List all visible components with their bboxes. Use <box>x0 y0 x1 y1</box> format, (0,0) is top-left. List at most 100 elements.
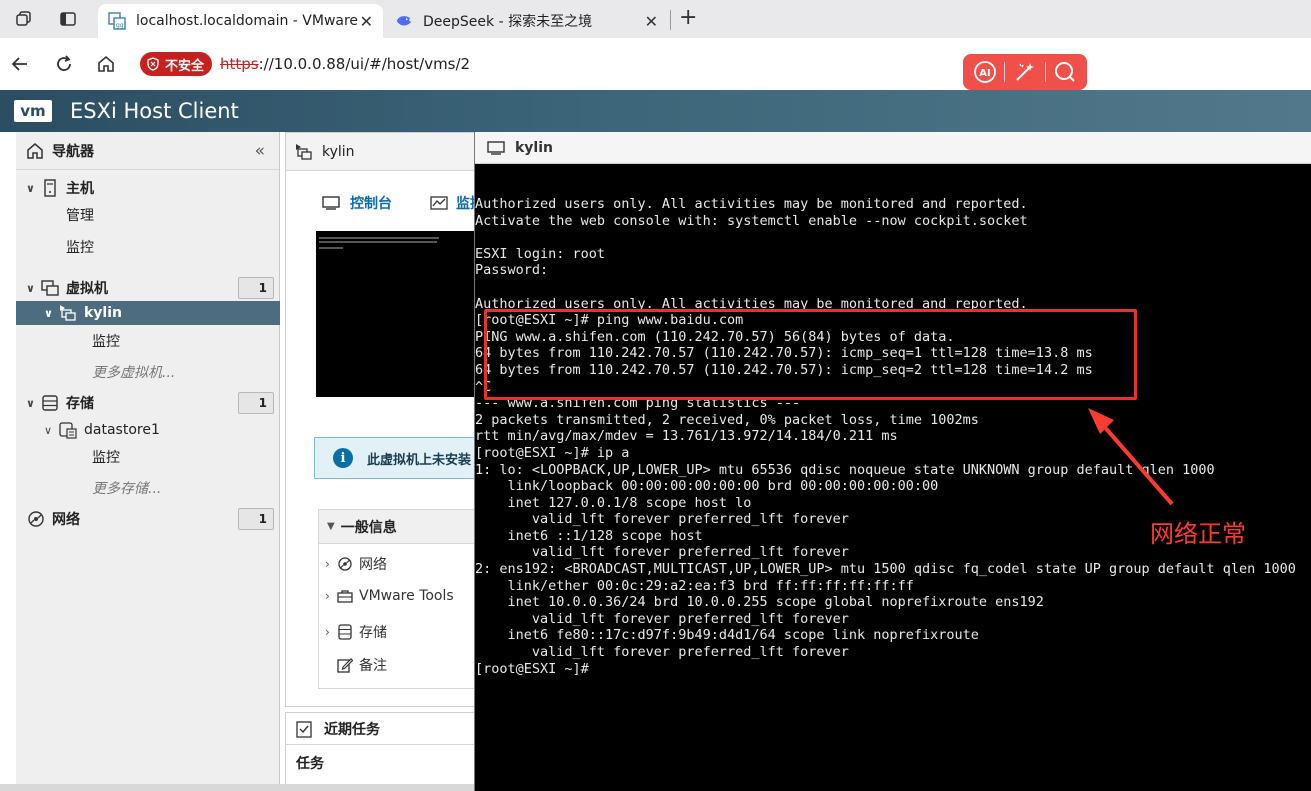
chevron-right-icon[interactable]: › <box>325 625 337 639</box>
magic-wand-icon[interactable] <box>1013 60 1037 84</box>
chevron-down-icon[interactable]: ∨ <box>26 397 40 410</box>
deepseek-favicon-icon <box>395 12 413 30</box>
terminal-line: ^C <box>475 378 492 395</box>
url-scheme: https <box>220 55 259 73</box>
vmware-favicon-icon: gg <box>108 12 126 30</box>
ai-toolbar[interactable]: AI <box>963 54 1087 90</box>
search-icon[interactable] <box>1053 60 1077 84</box>
chevron-down-icon[interactable]: ∨ <box>26 182 40 195</box>
nav-item-label: datastore1 <box>84 422 160 438</box>
terminal-line: inet 127.0.0.1/8 scope host lo <box>475 494 752 511</box>
bottom-status-strip <box>0 784 474 791</box>
nav-item-more-storage[interactable]: 更多存储... <box>16 476 280 500</box>
terminal-line: [root@ESXI ~]# <box>475 660 589 677</box>
console-label: 控制台 <box>350 196 392 212</box>
general-row-label: 备注 <box>359 658 387 674</box>
nav-item-vms[interactable]: ∨ 虚拟机 1 <box>16 276 280 300</box>
console-thumbnail[interactable] <box>316 231 486 397</box>
workspaces-icon[interactable] <box>14 9 34 29</box>
general-info-title: 一般信息 <box>340 519 397 536</box>
tab-divider <box>670 10 671 30</box>
general-info-section: ▼ 一般信息 › 网络 › VMware Tools › 存储 备注 <box>318 509 486 689</box>
terminal-output[interactable]: Authorized users only. All activities ma… <box>475 196 1311 677</box>
nav-item-storage[interactable]: ∨ 存储 1 <box>16 391 280 415</box>
console-window-title: kylin <box>515 139 554 156</box>
terminal-line: inet 10.0.0.36/24 brd 10.0.0.255 scope g… <box>475 594 1044 611</box>
nav-item-datastore1[interactable]: ∨ datastore1 <box>16 418 280 442</box>
thumbnail-line <box>319 241 437 243</box>
general-row-label: 网络 <box>359 557 387 573</box>
refresh-icon[interactable] <box>52 52 76 76</box>
insecure-badge[interactable]: 不安全 <box>140 52 213 76</box>
general-row-network[interactable]: › 网络 <box>325 554 387 574</box>
tab-esxi[interactable]: gg localhost.localdomain - VMware E ✕ <box>98 4 383 38</box>
tab-deepseek[interactable]: DeepSeek - 探索未至之境 ✕ <box>385 4 668 38</box>
nav-item-vm-kylin[interactable]: ∨ kylin <box>16 301 280 325</box>
chevron-down-icon[interactable]: ∨ <box>44 424 58 437</box>
general-row-vmware-tools[interactable]: › VMware Tools <box>325 588 454 604</box>
chevron-down-icon[interactable]: ∨ <box>44 307 58 320</box>
terminal-line: [root@ESXI ~]# ping www.baidu.com <box>475 312 744 329</box>
nav-item-label: 更多虚拟机... <box>92 365 176 381</box>
nav-item-vm-monitor[interactable]: 监控 <box>16 329 280 353</box>
terminal-line: valid_lft forever preferred_lft forever <box>475 644 849 661</box>
storage-icon <box>40 394 60 412</box>
clipboard-icon <box>296 720 314 738</box>
vm-panel-title: kylin <box>322 143 355 160</box>
terminal-line: Authorized users only. All activities ma… <box>475 196 1028 212</box>
terminal-line: 1: lo: <LOOPBACK,UP,LOWER_UP> mtu 65536 … <box>475 461 1215 478</box>
ai-toolbar-divider <box>1044 62 1046 82</box>
console-button[interactable]: 控制台 <box>322 193 392 213</box>
tab-title: DeepSeek - 探索未至之境 <box>423 14 593 30</box>
home-icon[interactable] <box>94 52 118 76</box>
terminal-line: rtt min/avg/max/mdev = 13.761/13.972/14.… <box>475 428 898 445</box>
chevron-down-icon[interactable]: ▼ <box>327 521 335 532</box>
vm-icon <box>40 279 60 297</box>
recent-tasks-header[interactable]: 近期任务 <box>286 713 484 745</box>
nav-item-more-vms[interactable]: 更多虚拟机... <box>16 360 280 384</box>
console-icon <box>487 140 507 156</box>
navigator-title: 导航器 <box>52 143 94 160</box>
nav-item-network[interactable]: 网络 1 <box>16 507 280 531</box>
nav-item-label: 管理 <box>66 208 94 224</box>
terminal-line: valid_lft forever preferred_lft forever <box>475 610 849 627</box>
terminal-line: link/loopback 00:00:00:00:00:00 brd 00:0… <box>475 478 939 495</box>
chevron-right-icon[interactable]: › <box>325 557 337 571</box>
new-tab-button[interactable]: + <box>679 5 697 30</box>
collapse-icon[interactable]: « <box>255 141 265 161</box>
task-column-header[interactable]: 任务 <box>286 745 484 781</box>
general-row-notes[interactable]: 备注 <box>337 655 387 675</box>
ai-icon[interactable]: AI <box>973 60 997 84</box>
svg-text:AI: AI <box>979 68 990 79</box>
nav-item-label: 监控 <box>66 240 94 256</box>
tab-title: localhost.localdomain - VMware E <box>136 13 358 29</box>
close-tab-icon[interactable]: ✕ <box>645 12 658 31</box>
nav-item-storage-monitor[interactable]: 监控 <box>16 445 280 469</box>
console-window[interactable]: kylin Authorized users only. All activit… <box>474 132 1311 791</box>
app-title: ESXi Host Client <box>70 99 239 123</box>
insecure-label: 不安全 <box>165 58 205 74</box>
nav-item-label: kylin <box>84 305 123 321</box>
url-path: ://10.0.0.88/ui/#/host/vms/2 <box>258 55 471 73</box>
vm-panel-header: kylin <box>286 133 484 171</box>
nav-item-host-monitor[interactable]: 监控 <box>16 235 280 259</box>
console-window-header[interactable]: kylin <box>475 132 1311 164</box>
nav-item-host-manage[interactable]: 管理 <box>16 203 280 227</box>
nav-item-host[interactable]: ∨ 主机 <box>16 176 280 200</box>
nav-item-label: 监控 <box>92 334 120 350</box>
general-info-header[interactable]: ▼ 一般信息 <box>319 510 485 544</box>
chevron-right-icon[interactable]: › <box>325 589 337 603</box>
chevron-down-icon[interactable]: ∨ <box>26 282 40 295</box>
close-tab-icon[interactable]: ✕ <box>360 12 373 31</box>
recent-tasks-title: 近期任务 <box>324 721 380 738</box>
back-icon[interactable] <box>8 52 32 76</box>
terminal-line: 2 packets transmitted, 2 received, 0% pa… <box>475 411 979 428</box>
terminal-line: Authorized users only. All activities ma… <box>475 295 1028 312</box>
terminal-line: Password: <box>475 262 549 279</box>
general-row-storage[interactable]: › 存储 <box>325 622 387 642</box>
tab-actions-icon[interactable] <box>58 9 78 29</box>
url-field[interactable]: 不安全 https://10.0.0.88/ui/#/host/vms/2 <box>136 48 1306 80</box>
nav-item-label: 网络 <box>52 512 80 528</box>
